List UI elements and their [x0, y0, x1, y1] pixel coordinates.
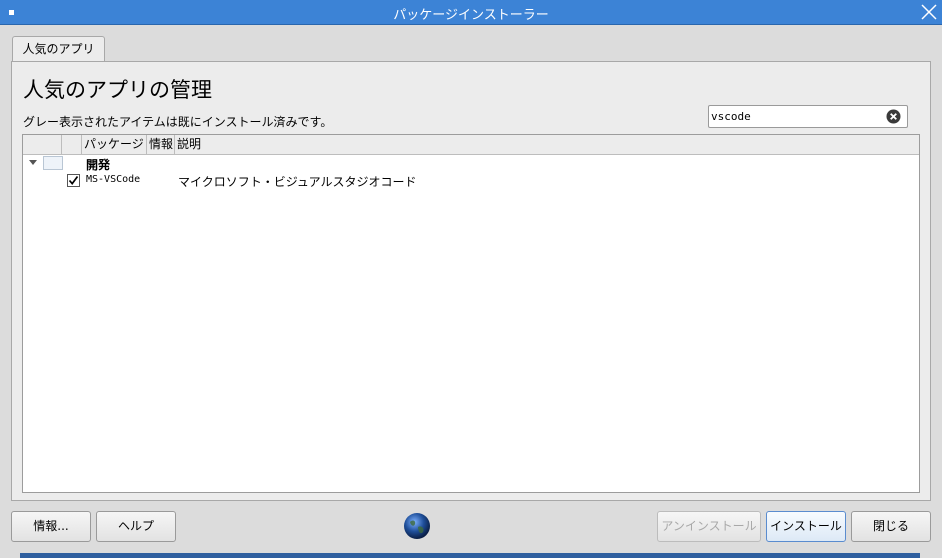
tab-popular-apps[interactable]: 人気のアプリ: [12, 36, 105, 62]
header-info[interactable]: 情報: [147, 135, 175, 154]
group-row[interactable]: 開発: [23, 155, 919, 172]
window-title: パッケージインストーラー: [393, 8, 549, 23]
package-name: MS-VSCode: [86, 174, 141, 185]
group-label: 開発: [86, 158, 111, 172]
subtitle-text: グレー表示されたアイテムは既にインストール済みです。: [23, 115, 333, 129]
package-installer-window: パッケージインストーラー 人気のアプリ 人気のアプリの管理 グレー表示されたアイ…: [0, 0, 942, 558]
title-bar[interactable]: パッケージインストーラー: [0, 0, 942, 25]
install-button[interactable]: インストール: [766, 511, 846, 542]
tab-panel: 人気のアプリの管理 グレー表示されたアイテムは既にインストール済みです。 パッケ…: [11, 61, 931, 501]
package-list[interactable]: パッケージ 情報 説明 開発 MS-VSCode マイクロソフト・ビジュアルスタ…: [22, 134, 920, 493]
table-row[interactable]: MS-VSCode マイクロソフト・ビジュアルスタジオコード: [23, 172, 919, 189]
search-box[interactable]: [708, 105, 908, 128]
header-description[interactable]: 説明: [175, 135, 919, 154]
help-button[interactable]: ヘルプ: [96, 511, 176, 542]
globe-icon: [404, 513, 430, 539]
checkmark-icon: [68, 175, 79, 185]
package-checkbox[interactable]: [67, 174, 80, 187]
header-check-column[interactable]: [62, 135, 82, 154]
uninstall-button: アンインストール: [657, 511, 761, 542]
close-button[interactable]: 閉じる: [851, 511, 931, 542]
page-title: 人気のアプリの管理: [23, 78, 212, 102]
package-description: マイクロソフト・ビジュアルスタジオコード: [178, 175, 417, 189]
search-input[interactable]: [711, 108, 881, 125]
bottom-strip: [20, 553, 920, 558]
header-expander-column[interactable]: [23, 135, 62, 154]
close-icon[interactable]: [919, 2, 939, 22]
clear-search-icon[interactable]: [886, 109, 901, 124]
list-header: パッケージ 情報 説明: [23, 135, 919, 155]
expander-down-icon[interactable]: [29, 160, 37, 165]
info-button[interactable]: 情報...: [11, 511, 91, 542]
header-package[interactable]: パッケージ: [82, 135, 147, 154]
group-checkbox[interactable]: [43, 156, 63, 170]
